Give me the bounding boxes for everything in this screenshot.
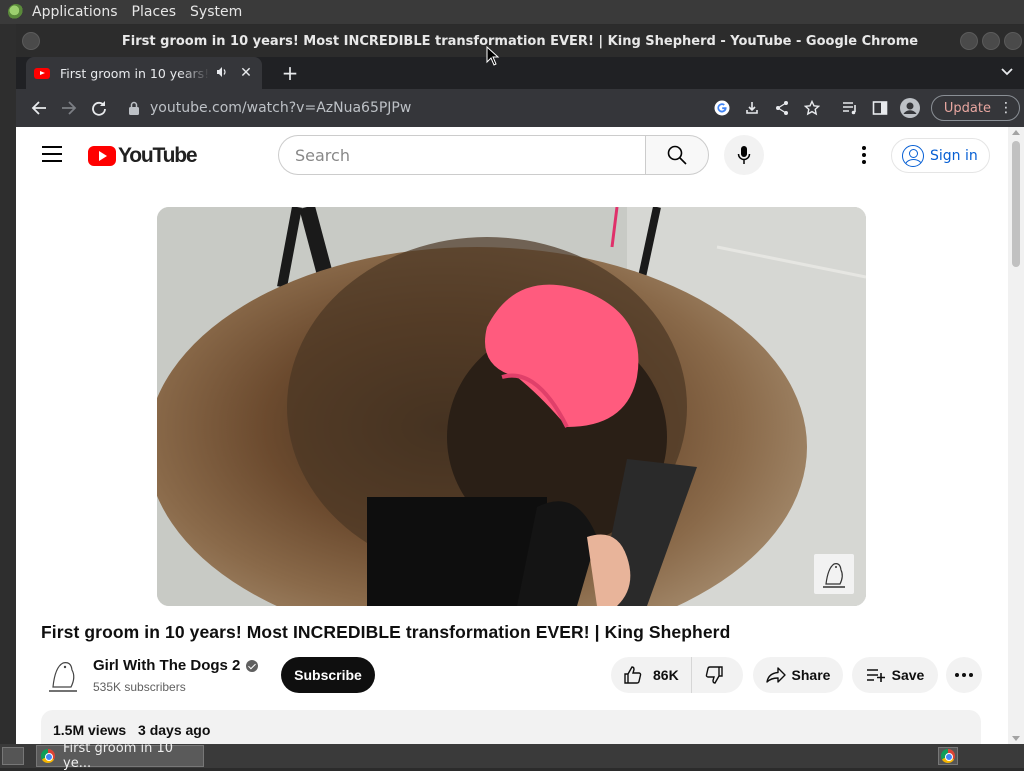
like-button[interactable]: 86K (611, 657, 692, 693)
new-tab-icon[interactable]: + (278, 62, 302, 86)
taskbar-chrome-window[interactable]: First groom in 10 ye... (36, 741, 204, 771)
chrome-menu-icon[interactable]: ⋮ (999, 100, 1013, 116)
profile-icon[interactable] (895, 93, 925, 123)
microphone-icon (737, 146, 751, 164)
taskbar-window-label: First groom in 10 ye... (63, 741, 174, 771)
tab-title: First groom in 10 years! Most INCREDIBLE… (60, 65, 210, 81)
video-owner-row: Girl With The Dogs 2 535K subscribers Su… (41, 655, 991, 699)
share-arrow-icon (765, 667, 786, 683)
publish-date: 3 days ago (138, 722, 211, 738)
mouse-cursor-icon (486, 46, 500, 66)
chrome-window: First groom in 10 years! Most INCREDIBLE… (16, 25, 1024, 744)
subscribe-button[interactable]: Subscribe (281, 657, 375, 693)
speaker-icon[interactable] (216, 66, 232, 81)
account-circle-icon (902, 144, 924, 167)
sign-in-button[interactable]: Sign in (891, 138, 990, 173)
tab-close-icon[interactable]: ✕ (238, 65, 254, 81)
close-window-icon[interactable] (1004, 32, 1022, 50)
youtube-logo[interactable]: YouTube (88, 144, 198, 168)
maximize-icon[interactable] (982, 32, 1000, 50)
system-menu[interactable]: System (190, 4, 242, 20)
show-desktop-icon[interactable] (2, 747, 24, 765)
search-input[interactable] (295, 145, 625, 165)
scroll-down-arrow-icon[interactable] (1012, 736, 1020, 741)
voice-search-button[interactable] (724, 135, 764, 175)
save-label: Save (891, 667, 925, 683)
scroll-up-arrow-icon[interactable] (1012, 130, 1020, 135)
reload-icon[interactable] (84, 93, 114, 123)
tray-chrome-icon[interactable] (938, 747, 958, 765)
update-label: Update (943, 100, 991, 116)
save-button[interactable]: Save (852, 657, 938, 693)
channel-name-text: Girl With The Dogs 2 (93, 657, 241, 674)
channel-watermark-logo[interactable] (814, 554, 854, 594)
desktop-top-panel: Applications Places System (0, 0, 1024, 24)
share-label: Share (791, 667, 831, 683)
youtube-favicon-icon (34, 67, 50, 79)
toolbar-right-actions: Update ⋮ (707, 89, 1024, 127)
settings-more-icon[interactable] (852, 143, 876, 167)
tab-youtube[interactable]: First groom in 10 years! Most INCREDIBLE… (26, 57, 262, 89)
view-count: 1.5M views (53, 722, 127, 738)
share-button[interactable]: Share (753, 657, 843, 693)
places-menu[interactable]: Places (132, 4, 177, 20)
desktop-background (0, 24, 16, 744)
applications-menu[interactable]: Applications (32, 4, 118, 20)
playlist-add-icon (866, 669, 885, 682)
chrome-icon (41, 749, 55, 763)
dislike-button[interactable] (692, 657, 736, 693)
search-box[interactable] (278, 135, 646, 175)
search-icon (667, 145, 687, 165)
page-scrollbar[interactable] (1008, 127, 1024, 744)
sign-in-label: Sign in (930, 147, 978, 164)
verified-badge-icon (246, 659, 259, 672)
window-title: First groom in 10 years! Most INCREDIBLE… (121, 33, 919, 49)
like-count: 86K (653, 667, 679, 683)
minimize-icon[interactable] (960, 32, 978, 50)
chrome-tray-icon (941, 749, 955, 763)
youtube-watch-page: YouTube Sign in (16, 127, 1008, 744)
window-menu-icon[interactable] (22, 32, 40, 50)
url-text: youtube.com/watch?v=AzNua65PJPw (150, 100, 412, 116)
video-player[interactable] (157, 207, 866, 606)
guide-menu-icon[interactable] (42, 146, 62, 164)
update-chrome-button[interactable]: Update ⋮ (930, 95, 1020, 121)
side-panel-icon[interactable] (865, 93, 895, 123)
search-button[interactable] (645, 135, 709, 175)
more-actions-icon[interactable] (946, 657, 982, 693)
desktop-taskbar: First groom in 10 ye... (0, 741, 1024, 771)
bookmark-star-icon[interactable] (797, 93, 827, 123)
browser-toolbar: youtube.com/watch?v=AzNua65PJPw Update ⋮ (16, 89, 1024, 127)
channel-name[interactable]: Girl With The Dogs 2 (93, 657, 259, 674)
tab-strip: First groom in 10 years! Most INCREDIBLE… (16, 57, 1024, 89)
share-page-icon[interactable] (767, 93, 797, 123)
scrollbar-thumb[interactable] (1012, 141, 1020, 267)
media-controls-icon[interactable] (835, 93, 865, 123)
google-lens-icon[interactable] (707, 93, 737, 123)
youtube-masthead: YouTube Sign in (16, 127, 1008, 183)
install-app-icon[interactable] (737, 93, 767, 123)
forward-arrow-icon[interactable] (54, 93, 84, 123)
description-box[interactable]: 1.5M views 3 days ago (41, 710, 981, 744)
window-titlebar[interactable]: First groom in 10 years! Most INCREDIBLE… (16, 25, 1024, 57)
tab-search-chevron-icon[interactable] (998, 65, 1016, 83)
thumbs-down-icon (705, 666, 723, 684)
address-bar[interactable]: youtube.com/watch?v=AzNua65PJPw (128, 93, 706, 123)
video-title: First groom in 10 years! Most INCREDIBLE… (41, 622, 731, 642)
distro-logo-icon[interactable] (8, 4, 24, 20)
like-dislike-group: 86K (611, 657, 743, 693)
youtube-logo-text: YouTube (118, 144, 198, 167)
channel-avatar[interactable] (45, 655, 81, 695)
youtube-play-logo-icon (88, 146, 116, 166)
thumbs-up-icon (624, 666, 642, 684)
back-arrow-icon[interactable] (24, 93, 54, 123)
subscriber-count: 535K subscribers (93, 680, 186, 694)
video-frame (157, 207, 866, 606)
lock-icon[interactable] (128, 101, 140, 115)
